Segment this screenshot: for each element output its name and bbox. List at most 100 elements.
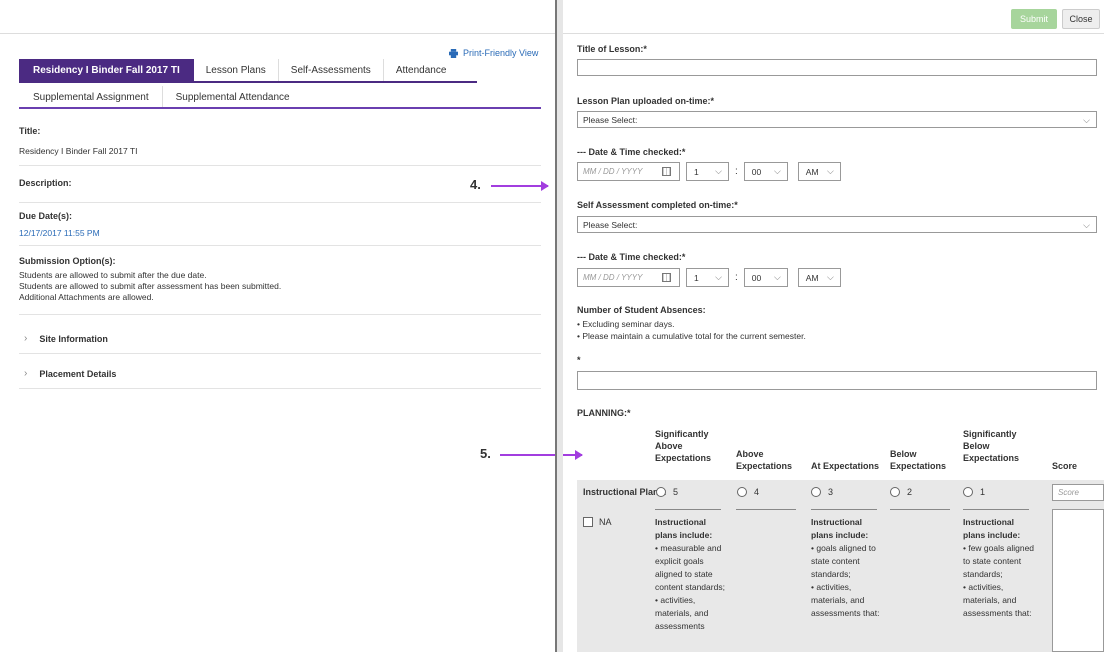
callout-4: 4.	[470, 177, 481, 192]
callout-5: 5.	[480, 446, 491, 461]
rating-4-radio[interactable]: 4	[737, 487, 759, 497]
radio-icon	[737, 487, 747, 497]
chevron-down-icon: ⌵	[1083, 220, 1090, 230]
separator	[890, 509, 950, 510]
tabs-underline	[19, 81, 477, 83]
radio-icon	[963, 487, 973, 497]
accordion-site-information[interactable]: › Site Information	[24, 333, 108, 344]
description-label: Description:	[19, 178, 72, 188]
callout-5-arrow	[500, 450, 583, 460]
absences-notes: • Excluding seminar days. • Please maint…	[577, 319, 806, 341]
title-of-lesson-input[interactable]	[577, 59, 1097, 76]
separator	[655, 509, 721, 510]
header-score: Score	[1052, 461, 1078, 471]
separator	[736, 509, 796, 510]
accordion-placement-details[interactable]: › Placement Details	[24, 368, 116, 379]
chevron-down-icon: ⌵	[826, 166, 834, 176]
minute-select[interactable]: 00 ⌵	[743, 162, 788, 181]
due-date-value: 12/17/2017 11:55 PM	[19, 228, 100, 238]
tab-supplemental-assignment[interactable]: Supplemental Assignment	[19, 86, 163, 108]
tab-lesson-plans[interactable]: Lesson Plans	[194, 59, 279, 81]
score-comment-textarea[interactable]	[1052, 509, 1104, 652]
time-colon: :	[735, 166, 738, 177]
na-checkbox[interactable]: NA	[583, 517, 612, 527]
radio-icon	[811, 487, 821, 497]
header-above: Above Expectations	[736, 449, 793, 471]
supplemental-tabs: Supplemental Assignment Supplemental Att…	[19, 86, 303, 108]
row-label: Instructional Plans:	[583, 487, 667, 497]
ampm-select[interactable]: AM ⌵	[797, 162, 841, 181]
chevron-right-icon: ›	[24, 333, 28, 344]
pane-divider-shadow	[557, 0, 563, 652]
date-input[interactable]: MM / DD / YYYY	[577, 162, 680, 181]
header-sig-below: Significantly Below Expectations	[963, 429, 1020, 463]
planning-label: PLANNING:*	[577, 408, 631, 418]
hour-select[interactable]: 1 ⌵	[686, 162, 729, 181]
title-value: Residency I Binder Fall 2017 TI	[19, 146, 138, 156]
radio-icon	[656, 487, 666, 497]
chevron-down-icon: ⌵	[773, 166, 781, 176]
divider	[19, 165, 541, 166]
submission-options-label: Submission Option(s):	[19, 256, 116, 266]
absences-input[interactable]	[577, 371, 1097, 390]
checkbox-icon	[583, 517, 593, 527]
separator	[811, 509, 877, 510]
rating-2-radio[interactable]: 2	[890, 487, 912, 497]
chevron-right-icon: ›	[24, 368, 28, 379]
radio-icon	[890, 487, 900, 497]
minute-select-2[interactable]: 00 ⌵	[743, 268, 788, 287]
separator	[963, 509, 1029, 510]
print-friendly-link[interactable]: Print-Friendly View	[449, 48, 538, 58]
tab-attendance[interactable]: Attendance	[384, 59, 459, 81]
header-below: Below Expectations	[890, 449, 947, 471]
date-time-checked-label: --- Date & Time checked:*	[577, 147, 686, 157]
divider	[19, 314, 541, 315]
date-input-2[interactable]: MM / DD / YYYY	[577, 268, 680, 287]
absences-label: Number of Student Absences:	[577, 305, 706, 315]
chevron-down-icon: ⌵	[715, 272, 722, 282]
rating-3-radio[interactable]: 3	[811, 487, 833, 497]
tab-supplemental-attendance[interactable]: Supplemental Attendance	[163, 86, 303, 108]
due-date-label: Due Date(s):	[19, 211, 73, 221]
date-time-row: MM / DD / YYYY 1 ⌵ : 00 ⌵ AM ⌵	[577, 162, 841, 181]
divider	[19, 245, 541, 246]
ampm-select-2[interactable]: AM ⌵	[797, 268, 841, 287]
title-of-lesson-label: Title of Lesson:*	[577, 44, 647, 54]
chevron-down-icon: ⌵	[1083, 115, 1090, 125]
self-assessment-on-time-label: Self Assessment completed on-time:*	[577, 200, 738, 210]
left-pane: Print-Friendly View Residency I Binder F…	[0, 0, 583, 652]
self-assessment-on-time-select[interactable]: Please Select: ⌵	[577, 216, 1097, 233]
divider	[19, 202, 541, 203]
chevron-down-icon: ⌵	[773, 272, 781, 282]
header-sig-above: Significantly Above Expectations	[655, 429, 712, 463]
title-label: Title:	[19, 126, 41, 136]
hour-select-2[interactable]: 1 ⌵	[686, 268, 729, 287]
tabs-underline-2	[19, 107, 541, 109]
score-input[interactable]: Score	[1052, 484, 1104, 501]
desc-rating-3: Instructional plans include: • goals ali…	[811, 517, 880, 618]
submission-options: Students are allowed to submit after the…	[19, 270, 282, 302]
tab-residency-binder[interactable]: Residency I Binder Fall 2017 TI	[19, 59, 194, 81]
divider	[19, 388, 541, 389]
tab-self-assessments[interactable]: Self-Assessments	[279, 59, 384, 81]
date-time-checked-label-2: --- Date & Time checked:*	[577, 252, 686, 262]
date-time-row-2: MM / DD / YYYY 1 ⌵ : 00 ⌵ AM ⌵	[577, 268, 841, 287]
time-colon: :	[735, 272, 738, 283]
header-at: At Expectations	[811, 461, 880, 471]
desc-rating-1: Instructional plans include: • few goals…	[963, 517, 1035, 618]
close-button[interactable]: Close	[1062, 9, 1100, 29]
calendar-icon[interactable]	[662, 273, 671, 282]
left-topbar	[0, 0, 555, 34]
callout-4-arrow	[491, 181, 549, 191]
divider	[19, 353, 541, 354]
lesson-plan-on-time-select[interactable]: Please Select: ⌵	[577, 111, 1097, 128]
required-star: *	[577, 355, 581, 365]
calendar-icon[interactable]	[662, 167, 671, 176]
lesson-plan-on-time-label: Lesson Plan uploaded on-time:*	[577, 96, 715, 106]
binder-tabs: Residency I Binder Fall 2017 TI Lesson P…	[19, 59, 458, 81]
rating-1-radio[interactable]: 1	[963, 487, 985, 497]
submit-button[interactable]: Submit	[1011, 9, 1057, 29]
rating-5-radio[interactable]: 5	[656, 487, 678, 497]
chevron-down-icon: ⌵	[715, 166, 722, 176]
printer-icon	[449, 48, 458, 58]
